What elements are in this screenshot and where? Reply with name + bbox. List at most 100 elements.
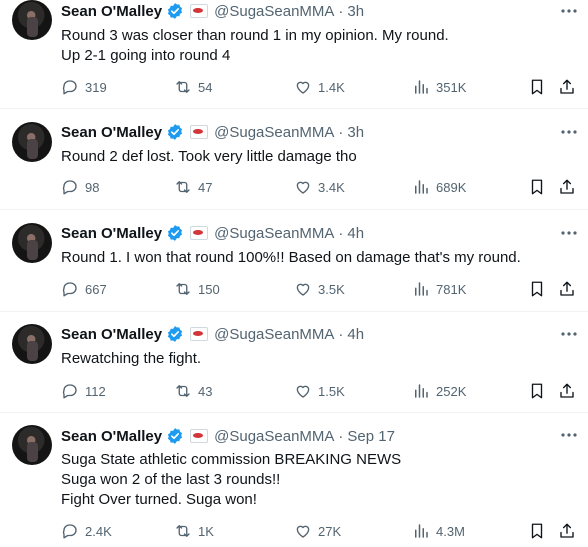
tweet-text-line: Fight Over turned. Suga won! — [61, 491, 257, 508]
author-handle[interactable]: @SugaSeanMMA — [214, 124, 334, 141]
share-icon — [560, 523, 574, 538]
reply-icon — [62, 384, 77, 399]
like-icon — [296, 181, 310, 194]
reply-button[interactable]: 2.4K — [61, 522, 112, 540]
tweet-text: Suga State athletic commission BREAKING … — [61, 450, 401, 510]
retweet-button[interactable]: 1K — [174, 522, 214, 540]
tweet-actions: 319 54 1.4K 351K — [61, 78, 581, 98]
author-handle[interactable]: @SugaSeanMMA — [214, 3, 334, 20]
tweet-header: Sean O'Malley @SugaSeanMMA · 3h — [61, 121, 364, 143]
affiliate-badge-icon[interactable] — [190, 429, 209, 443]
author-handle[interactable]: @SugaSeanMMA — [214, 428, 334, 445]
tweet-3[interactable]: Sean O'Malley @SugaSeanMMA · 4h Round 1.… — [0, 210, 588, 312]
timestamp[interactable]: 4h — [347, 225, 364, 242]
views-count: 781K — [436, 281, 467, 297]
views-button[interactable]: 4.3M — [412, 522, 465, 540]
retweet-button[interactable]: 150 — [174, 280, 220, 298]
avatar[interactable] — [12, 324, 52, 364]
bookmark-button[interactable] — [528, 78, 546, 96]
bookmark-icon — [531, 383, 543, 399]
tweet-4[interactable]: Sean O'Malley @SugaSeanMMA · 4h Rewatchi… — [0, 312, 588, 413]
tweet-header: Sean O'Malley @SugaSeanMMA · 4h — [61, 323, 364, 345]
tweet-5[interactable]: Sean O'Malley @SugaSeanMMA · Sep 17 Suga… — [0, 413, 588, 547]
author-name[interactable]: Sean O'Malley — [61, 3, 162, 20]
share-button[interactable] — [558, 178, 576, 196]
more-button[interactable] — [559, 1, 579, 21]
like-button[interactable]: 27K — [294, 522, 341, 540]
separator-dot: · — [338, 224, 344, 242]
tweet-text: Round 3 was closer than round 1 in my op… — [61, 26, 449, 66]
author-handle[interactable]: @SugaSeanMMA — [214, 225, 334, 242]
bookmark-button[interactable] — [528, 522, 546, 540]
more-icon — [561, 433, 577, 437]
retweet-button[interactable]: 47 — [174, 178, 212, 196]
bookmark-button[interactable] — [528, 178, 546, 196]
views-button[interactable]: 252K — [412, 382, 466, 400]
tweet-actions: 2.4K 1K 27K 4.3M — [61, 522, 581, 542]
reply-icon — [62, 524, 77, 539]
like-button[interactable]: 3.5K — [294, 280, 345, 298]
timestamp[interactable]: 4h — [347, 326, 364, 343]
author-name[interactable]: Sean O'Malley — [61, 225, 162, 242]
avatar[interactable] — [12, 122, 52, 162]
timestamp[interactable]: Sep 17 — [347, 428, 395, 445]
verified-badge-icon — [168, 3, 183, 19]
affiliate-badge-icon[interactable] — [190, 226, 209, 240]
reply-button[interactable]: 112 — [61, 382, 106, 400]
retweet-button[interactable]: 43 — [174, 382, 212, 400]
verified-badge-icon — [168, 326, 183, 342]
bookmark-icon — [531, 79, 543, 95]
tweet-text-line: Suga State athletic commission BREAKING … — [61, 451, 402, 468]
author-name[interactable]: Sean O'Malley — [61, 326, 162, 343]
like-count: 3.5K — [318, 281, 345, 297]
affiliate-badge-icon[interactable] — [190, 125, 209, 139]
author-name[interactable]: Sean O'Malley — [61, 428, 162, 445]
reply-button[interactable]: 98 — [61, 178, 99, 196]
views-count: 689K — [436, 179, 467, 195]
tweet-text-line: Round 1. I won that round 100%!! Based o… — [61, 249, 521, 266]
tweet-2[interactable]: Sean O'Malley @SugaSeanMMA · 3h Round 2 … — [0, 109, 588, 210]
like-button[interactable]: 1.5K — [294, 382, 345, 400]
more-button[interactable] — [559, 425, 579, 445]
more-button[interactable] — [559, 122, 579, 142]
like-count: 27K — [318, 523, 342, 539]
views-button[interactable]: 781K — [412, 280, 466, 298]
bookmark-button[interactable] — [528, 280, 546, 298]
tweet-text-line: Suga won 2 of the last 3 rounds!! — [61, 471, 281, 488]
timestamp[interactable]: 3h — [347, 124, 364, 141]
more-button[interactable] — [559, 324, 579, 344]
reply-count: 112 — [85, 383, 106, 399]
more-button[interactable] — [559, 223, 579, 243]
like-button[interactable]: 3.4K — [294, 178, 345, 196]
avatar[interactable] — [12, 223, 52, 263]
affiliate-badge-icon[interactable] — [190, 327, 209, 341]
share-icon — [560, 179, 574, 194]
reply-button[interactable]: 667 — [61, 280, 107, 298]
tweet-1[interactable]: Sean O'Malley @SugaSeanMMA · 3h Round 3 … — [0, 0, 588, 109]
author-name[interactable]: Sean O'Malley — [61, 124, 162, 141]
timestamp[interactable]: 3h — [347, 3, 364, 20]
retweet-count: 43 — [198, 383, 213, 399]
avatar[interactable] — [12, 0, 52, 40]
share-button[interactable] — [558, 280, 576, 298]
author-handle[interactable]: @SugaSeanMMA — [214, 326, 334, 343]
reply-count: 2.4K — [85, 523, 112, 539]
retweet-icon — [176, 81, 190, 93]
reply-button[interactable]: 319 — [61, 78, 107, 96]
tweet-text-line: Round 3 was closer than round 1 in my op… — [61, 27, 449, 44]
share-button[interactable] — [558, 78, 576, 96]
share-button[interactable] — [558, 522, 576, 540]
retweet-icon — [176, 525, 190, 537]
avatar[interactable] — [12, 425, 52, 465]
reply-count: 667 — [85, 281, 107, 297]
views-button[interactable]: 689K — [412, 178, 466, 196]
views-count: 4.3M — [436, 523, 465, 539]
affiliate-badge-icon[interactable] — [190, 4, 209, 18]
tweet-text: Rewatching the fight. — [61, 349, 201, 369]
views-button[interactable]: 351K — [412, 78, 466, 96]
like-button[interactable]: 1.4K — [294, 78, 345, 96]
retweet-button[interactable]: 54 — [174, 78, 212, 96]
bookmark-button[interactable] — [528, 382, 546, 400]
views-icon — [415, 80, 428, 94]
share-button[interactable] — [558, 382, 576, 400]
